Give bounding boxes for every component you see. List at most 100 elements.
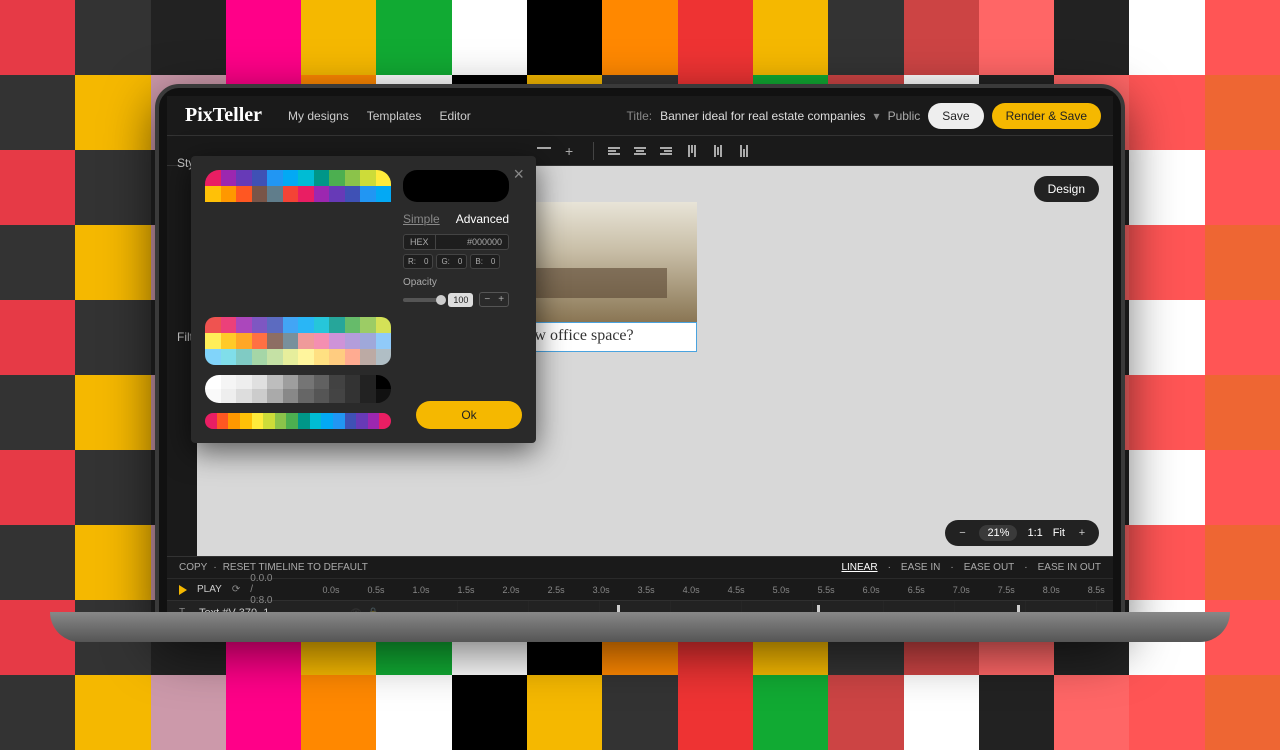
color-cell[interactable] [329, 186, 345, 202]
align-top-icon[interactable] [688, 145, 696, 157]
zoom-value[interactable]: 21% [979, 525, 1017, 541]
color-cell[interactable] [205, 375, 221, 389]
nav-editor[interactable]: Editor [439, 109, 470, 123]
color-cell[interactable] [221, 317, 237, 333]
color-cell[interactable] [298, 170, 314, 186]
color-cell[interactable] [329, 333, 345, 349]
timeline-copy[interactable]: COPY [179, 562, 207, 573]
color-cell[interactable] [236, 349, 252, 365]
color-cell[interactable] [298, 186, 314, 202]
color-palette-grays[interactable] [205, 375, 391, 403]
easing-ease-in[interactable]: EASE IN [901, 562, 940, 573]
design-mode-button[interactable]: Design [1034, 176, 1099, 202]
loop-icon[interactable]: ⟳ [232, 584, 240, 595]
align-center-icon[interactable] [634, 147, 646, 155]
tab-simple[interactable]: Simple [403, 212, 440, 226]
color-cell[interactable] [236, 317, 252, 333]
save-button[interactable]: Save [928, 103, 983, 129]
color-cell[interactable] [314, 170, 330, 186]
color-cell[interactable] [205, 317, 221, 333]
color-cell[interactable] [236, 186, 252, 202]
align-bottom-icon[interactable] [740, 145, 748, 157]
color-cell[interactable] [267, 170, 283, 186]
color-cell[interactable] [267, 186, 283, 202]
color-cell[interactable] [360, 333, 376, 349]
color-cell[interactable] [267, 375, 283, 389]
color-cell[interactable] [283, 333, 299, 349]
color-cell[interactable] [236, 170, 252, 186]
color-cell[interactable] [252, 317, 268, 333]
color-cell[interactable] [376, 389, 392, 403]
opacity-slider[interactable] [403, 298, 442, 302]
color-cell[interactable] [360, 349, 376, 365]
color-cell[interactable] [314, 375, 330, 389]
b-input[interactable]: 0 [487, 255, 499, 268]
r-input[interactable]: 0 [420, 255, 432, 268]
easing-ease-out[interactable]: EASE OUT [964, 562, 1015, 573]
nav-templates[interactable]: Templates [367, 109, 422, 123]
color-cell[interactable] [360, 317, 376, 333]
color-cell[interactable] [360, 375, 376, 389]
color-cell[interactable] [376, 170, 392, 186]
color-cell[interactable] [252, 349, 268, 365]
color-cell[interactable] [252, 333, 268, 349]
color-cell[interactable] [252, 170, 268, 186]
opacity-value[interactable]: 100 [448, 293, 473, 307]
color-cell[interactable] [205, 333, 221, 349]
color-cell[interactable] [236, 333, 252, 349]
render-save-button[interactable]: Render & Save [992, 103, 1101, 129]
color-cell[interactable] [345, 349, 361, 365]
color-cell[interactable] [376, 375, 392, 389]
color-cell[interactable] [221, 389, 237, 403]
color-cell[interactable] [345, 186, 361, 202]
color-cell[interactable] [205, 186, 221, 202]
color-cell[interactable] [267, 333, 283, 349]
timeline-reset[interactable]: RESET TIMELINE TO DEFAULT [223, 562, 368, 573]
color-cell[interactable] [329, 349, 345, 365]
color-cell[interactable] [205, 349, 221, 365]
color-cell[interactable] [314, 349, 330, 365]
tab-advanced[interactable]: Advanced [456, 212, 509, 226]
visibility-toggle[interactable]: Public [888, 109, 921, 123]
color-cell[interactable] [267, 349, 283, 365]
color-cell[interactable] [345, 333, 361, 349]
color-cell[interactable] [283, 186, 299, 202]
color-cell[interactable] [314, 333, 330, 349]
color-cell[interactable] [252, 186, 268, 202]
color-cell[interactable] [314, 317, 330, 333]
color-cell[interactable] [298, 375, 314, 389]
color-cell[interactable] [345, 375, 361, 389]
color-cell[interactable] [376, 317, 392, 333]
color-cell[interactable] [236, 375, 252, 389]
ok-button[interactable]: Ok [416, 401, 522, 429]
easing-linear[interactable]: LINEAR [841, 562, 877, 573]
color-cell[interactable] [252, 389, 268, 403]
color-cell[interactable] [345, 389, 361, 403]
minus-icon[interactable] [537, 147, 551, 161]
color-cell[interactable] [329, 317, 345, 333]
color-cell[interactable] [360, 170, 376, 186]
color-cell[interactable] [283, 317, 299, 333]
g-input[interactable]: 0 [454, 255, 466, 268]
color-cell[interactable] [221, 349, 237, 365]
color-cell[interactable] [376, 349, 392, 365]
color-cell[interactable] [314, 186, 330, 202]
easing-ease-in-out[interactable]: EASE IN OUT [1038, 562, 1101, 573]
opacity-minus[interactable]: − [480, 293, 494, 306]
zoom-out-icon[interactable]: − [955, 526, 969, 540]
color-cell[interactable] [329, 170, 345, 186]
nav-my-designs[interactable]: My designs [288, 109, 349, 123]
color-cell[interactable] [329, 375, 345, 389]
color-cell[interactable] [205, 389, 221, 403]
color-cell[interactable] [283, 389, 299, 403]
color-cell[interactable] [298, 349, 314, 365]
color-palette-main[interactable] [205, 170, 391, 307]
color-cell[interactable] [205, 170, 221, 186]
align-right-icon[interactable] [660, 147, 672, 155]
color-cell[interactable] [329, 389, 345, 403]
color-cell[interactable] [298, 389, 314, 403]
color-cell[interactable] [283, 375, 299, 389]
zoom-ratio[interactable]: 1:1 [1027, 527, 1042, 539]
color-cell[interactable] [360, 389, 376, 403]
align-middle-icon[interactable] [714, 145, 722, 157]
